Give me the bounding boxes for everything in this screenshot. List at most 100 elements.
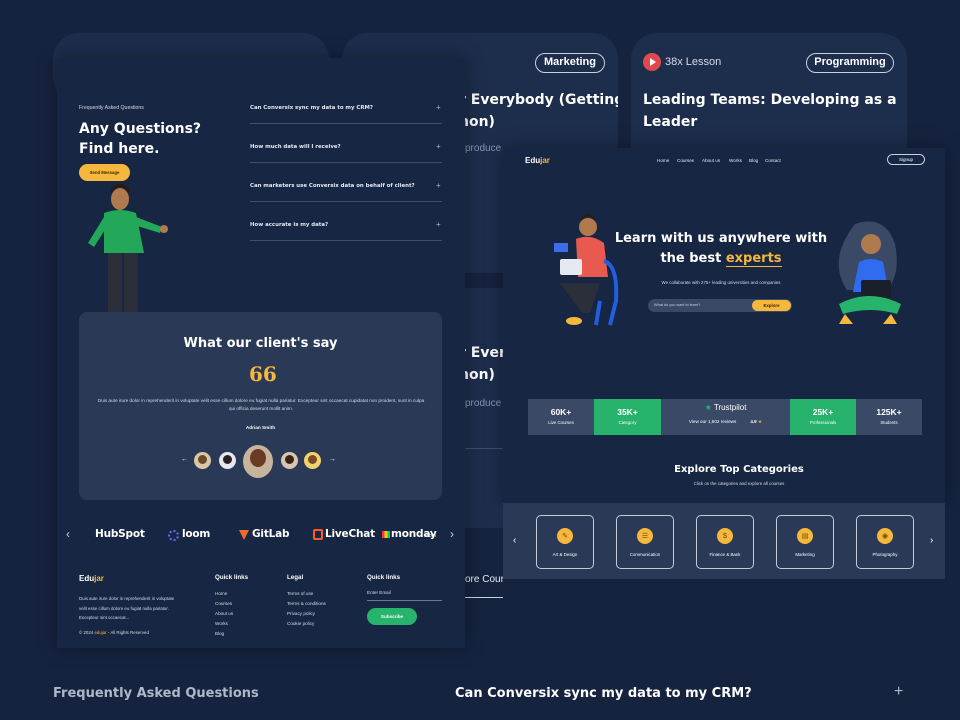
- signup-button[interactable]: Signup: [887, 154, 925, 165]
- avatar[interactable]: [194, 452, 211, 469]
- faq-question-2[interactable]: How much data will I receive?: [250, 144, 341, 150]
- category-art-design[interactable]: ✎ Art & Design: [536, 515, 594, 569]
- faq-eyebrow: Frequently Asked Questions: [79, 105, 144, 111]
- footer-logo: Edujar: [79, 574, 104, 583]
- prev-arrow-icon[interactable]: ←: [181, 456, 188, 463]
- rating-star-icon: ★: [757, 419, 763, 424]
- nav-works[interactable]: Works: [729, 158, 742, 163]
- categories-prev-icon[interactable]: ‹: [513, 535, 516, 546]
- brands-next-icon[interactable]: ›: [450, 527, 454, 541]
- blog-excerpt: produce: [465, 398, 502, 409]
- faq-divider: [250, 201, 442, 202]
- stat-value: 25K+: [812, 407, 834, 417]
- footer-link[interactable]: Cookie policy: [287, 621, 314, 626]
- hero-subtitle: We collaborate with 275+ leading univers…: [661, 280, 781, 285]
- expand-icon[interactable]: +: [436, 181, 441, 190]
- stat-label: Students: [880, 420, 898, 425]
- chat-icon: ☰: [637, 528, 653, 544]
- trustpilot-name: Trustpilot: [713, 403, 747, 412]
- footer-brand-b: jar: [94, 574, 104, 583]
- copyright-a: © 2024: [79, 630, 95, 635]
- avatar[interactable]: [304, 452, 321, 469]
- bottom-faq-question[interactable]: Can Conversix sync my data to my CRM?: [455, 686, 752, 701]
- categories-next-icon[interactable]: ›: [930, 535, 933, 546]
- email-field[interactable]: Enter Email: [367, 590, 442, 601]
- category-label: Marketing: [795, 552, 815, 557]
- hubspot-logo: HubSpot: [95, 528, 145, 540]
- hero-title: Learn with us anywhere with: [614, 231, 828, 246]
- footer-link[interactable]: Courses: [215, 601, 232, 606]
- stat-value: 35K+: [617, 407, 638, 417]
- category-label: Communication: [629, 552, 661, 557]
- brands-prev-icon[interactable]: ‹: [66, 527, 70, 541]
- avatar-active[interactable]: [243, 445, 273, 478]
- avatar[interactable]: [219, 452, 236, 469]
- stat-students: 125K+ Students: [856, 399, 922, 435]
- footer-link[interactable]: Works: [215, 621, 228, 626]
- footer-link[interactable]: Terms of use: [287, 591, 313, 596]
- loom-logo: loom: [182, 528, 211, 540]
- stat-value: 60K+: [550, 407, 572, 417]
- monday-suffix: .com: [425, 533, 436, 539]
- faq-divider: [250, 162, 442, 163]
- hero-title-line2: the best experts: [610, 251, 832, 267]
- blog-title[interactable]: r Everybody (Getting: [459, 89, 618, 111]
- nav-blog[interactable]: Blog: [749, 158, 758, 163]
- testimonial-text: Duis aute irure dolor in reprehenderit i…: [97, 398, 425, 411]
- footer-link[interactable]: Privacy policy: [287, 611, 315, 616]
- subscribe-button[interactable]: Subscribe: [367, 608, 417, 625]
- landing-logo[interactable]: Edujar: [525, 156, 550, 165]
- brand-b: jar: [540, 156, 550, 165]
- chart-icon: ▤: [797, 528, 813, 544]
- lesson-count: 38x Lesson: [665, 56, 722, 68]
- stat-label: Professionals: [809, 420, 837, 425]
- expand-icon[interactable]: +: [436, 220, 441, 229]
- trustpilot-badge[interactable]: ★ Trustpilot View our 1,602 reviews 4.9 …: [661, 399, 790, 435]
- blog-title[interactable]: Leading Teams: Developing as a: [643, 89, 897, 111]
- next-arrow-icon[interactable]: →: [329, 456, 336, 463]
- category-finance-bank[interactable]: $ Finance & Bank: [696, 515, 754, 569]
- nav-courses[interactable]: Courses: [677, 158, 694, 163]
- send-message-button[interactable]: Send Message: [79, 164, 130, 181]
- footer-link[interactable]: About us: [215, 611, 233, 616]
- blog-excerpt: produce: [465, 143, 502, 154]
- monday-icon: [382, 531, 390, 538]
- camera-icon: ◉: [877, 528, 893, 544]
- loom-icon: [168, 530, 179, 541]
- faq-question-3[interactable]: Can marketers use Conversix data on beha…: [250, 183, 415, 189]
- trustpilot-score: 4.9: [750, 419, 757, 424]
- footer-link[interactable]: Terms & conditions: [287, 601, 326, 606]
- stat-label: Category: [618, 420, 637, 425]
- nav-about[interactable]: About us: [702, 158, 720, 163]
- category-label: Photography: [872, 552, 898, 557]
- faq-question-4[interactable]: How accurate is my data?: [250, 222, 328, 228]
- stat-value: 125K+: [876, 407, 902, 417]
- blog-title[interactable]: r Ever: [459, 342, 506, 364]
- category-communication[interactable]: ☰ Communication: [616, 515, 674, 569]
- avatar[interactable]: [281, 452, 298, 469]
- footer-link[interactable]: Blog: [215, 631, 224, 636]
- tag-badge[interactable]: Programming: [806, 53, 894, 73]
- category-marketing[interactable]: ▤ Marketing: [776, 515, 834, 569]
- faq-question-1[interactable]: Can Conversix sync my data to my CRM?: [250, 105, 373, 111]
- tag-badge[interactable]: Marketing: [535, 53, 605, 73]
- brand-a: Edu: [525, 156, 541, 165]
- explore-button[interactable]: Explore: [752, 300, 791, 311]
- palette-icon: ✎: [557, 528, 573, 544]
- categories-subtitle: Click on the categories and explore all …: [693, 481, 785, 486]
- bottom-expand-icon[interactable]: +: [894, 683, 903, 701]
- footer-link[interactable]: Home: [215, 591, 227, 596]
- livechat-logo: LiveChat: [325, 528, 375, 540]
- expand-icon[interactable]: +: [436, 142, 441, 151]
- expand-icon[interactable]: +: [436, 103, 441, 112]
- category-photography[interactable]: ◉ Photography: [856, 515, 914, 569]
- gitlab-logo: GitLab: [252, 528, 290, 540]
- category-label: Art & Design: [552, 552, 578, 557]
- coin-icon: $: [717, 528, 733, 544]
- footer-copyright: © 2024 edujar - All Rights Reserved: [79, 630, 149, 635]
- nav-home[interactable]: Home: [657, 158, 669, 163]
- more-courses-link[interactable]: ore Cour: [465, 574, 504, 585]
- stat-live-courses: 60K+ Live Courses: [528, 399, 594, 435]
- footer-brand-a: Edu: [79, 574, 95, 583]
- nav-contact[interactable]: Contact: [765, 158, 781, 163]
